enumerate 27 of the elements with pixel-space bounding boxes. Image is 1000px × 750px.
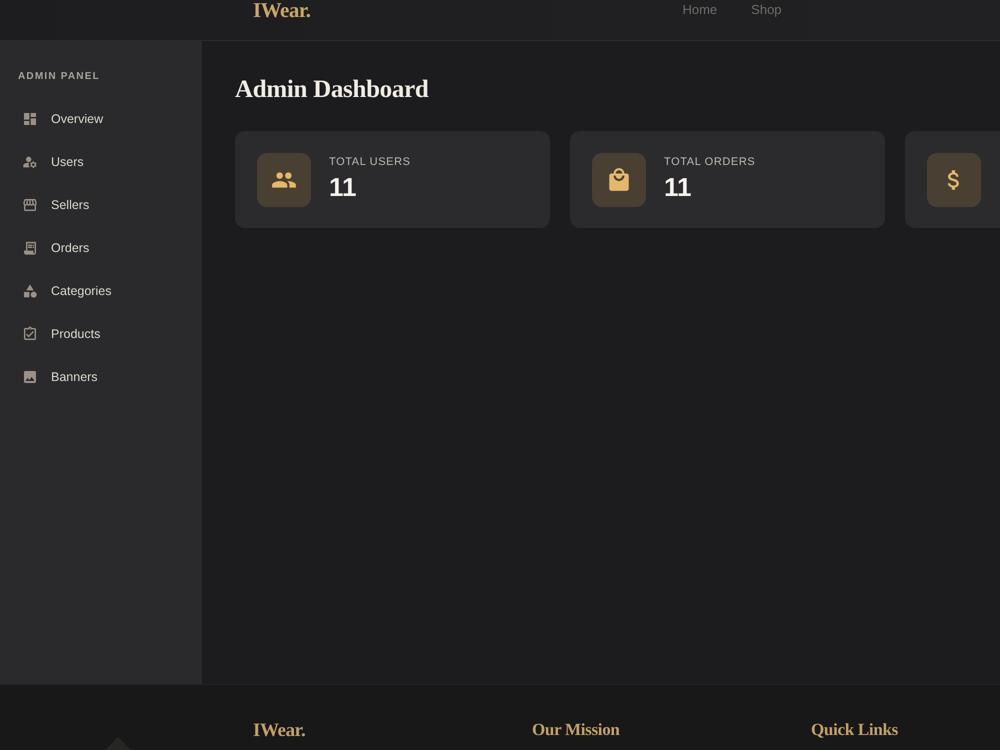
shapes-icon [22, 283, 38, 299]
shopping-bag-icon [592, 152, 646, 206]
footer-heading: Quick Links [811, 720, 898, 740]
footer-logo: IWear. [253, 720, 306, 742]
stat-value: 11 [664, 173, 692, 201]
sidebar-item[interactable]: Overview [22, 110, 172, 128]
clipboard-check-icon [22, 326, 38, 342]
receipt-icon [22, 240, 38, 256]
footer-heading: Our Mission [532, 720, 620, 740]
sidebar-item[interactable]: Banners [22, 368, 172, 386]
stat-label: TOTAL USERS [329, 156, 411, 169]
page-title: Admin Dashboard [235, 75, 428, 105]
sidebar-item[interactable]: Sellers [22, 196, 172, 214]
users-icon [257, 152, 311, 206]
image-icon [22, 369, 38, 385]
stat-label: TOTAL ORDERS [664, 156, 756, 169]
storefront-icon [22, 197, 38, 213]
sidebar-item[interactable]: Users [22, 153, 172, 171]
sidebar-title: ADMIN PANEL [18, 71, 100, 82]
sidebar-item[interactable]: Orders [22, 239, 172, 257]
sidebar-item[interactable]: Categories [22, 282, 172, 300]
dashboard-icon [22, 111, 38, 127]
sidebar-item[interactable]: Products [22, 325, 172, 343]
brand-logo[interactable]: IWear. [253, 0, 310, 20]
stat-value: 11 [329, 173, 356, 201]
user-gear-icon [22, 154, 38, 170]
dollar-icon [927, 152, 981, 206]
